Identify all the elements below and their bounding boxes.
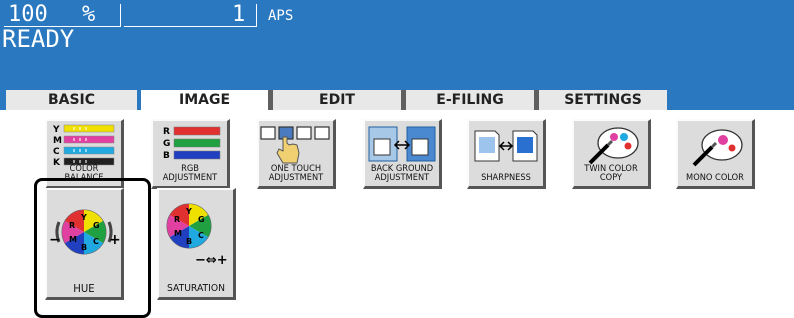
svg-text:G: G: [93, 221, 100, 230]
zoom-value: 100: [8, 2, 48, 27]
sharpness-icon: [469, 123, 543, 171]
hue-button[interactable]: YGC BMR − + HUE: [45, 188, 124, 300]
tab-e-filing[interactable]: E-FILING: [401, 90, 534, 110]
svg-text:M: M: [174, 229, 182, 238]
svg-text:Y: Y: [185, 207, 192, 216]
svg-text:B: B: [186, 237, 192, 246]
row-m-label: M: [53, 136, 62, 146]
tab-basic[interactable]: BASIC: [6, 90, 137, 110]
row-g-label: G: [163, 139, 170, 149]
svg-text:C: C: [198, 231, 204, 240]
one-touch-label: ONE TOUCH ADJUSTMENT: [268, 164, 324, 183]
svg-text:−: −: [49, 232, 61, 248]
svg-text:Y: Y: [80, 213, 87, 222]
svg-text:G: G: [198, 215, 205, 224]
row-b-label: B: [163, 151, 170, 161]
one-touch-adjustment-button[interactable]: ONE TOUCH ADJUSTMENT: [257, 119, 336, 189]
background-label: BACK GROUND ADJUSTMENT: [370, 164, 434, 183]
status-message: READY: [2, 25, 75, 53]
rgb-adjustment-button[interactable]: R G B RGB ADJUSTMENT: [151, 119, 230, 189]
tab-edit[interactable]: EDIT: [268, 90, 401, 110]
mono-color-label: MONO COLOR: [686, 173, 744, 183]
zoom-divider: [120, 4, 121, 27]
svg-text:+: +: [109, 232, 121, 248]
copies-count: 1: [232, 2, 246, 27]
zoom-unit: %: [82, 2, 96, 27]
saturation-wheel-icon: YGC BMR −⇔+: [159, 192, 233, 278]
rgb-adjustment-label: RGB ADJUSTMENT: [162, 164, 218, 183]
row-y-label: Y: [52, 125, 60, 135]
svg-text:R: R: [69, 221, 75, 230]
mono-color-button[interactable]: MONO COLOR: [676, 119, 755, 189]
svg-text:M: M: [69, 235, 77, 244]
hue-wheel-icon: YGC BMR − +: [47, 192, 121, 278]
saturation-button[interactable]: YGC BMR −⇔+ SATURATION: [157, 188, 236, 300]
svg-text:R: R: [174, 215, 180, 224]
copies-underline: [124, 26, 256, 27]
copies-divider: [256, 4, 257, 27]
row-r-label: R: [163, 127, 170, 137]
hue-label: HUE: [73, 282, 95, 295]
mono-palette-icon: [678, 123, 752, 171]
svg-text:C: C: [93, 237, 99, 246]
row-c-label: C: [53, 147, 60, 157]
twin-color-copy-button[interactable]: TWIN COLOR COPY: [572, 119, 651, 189]
saturation-label: SATURATION: [166, 283, 225, 294]
svg-text:−⇔+: −⇔+: [195, 253, 228, 268]
sharpness-button[interactable]: SHARPNESS: [467, 119, 546, 189]
tab-image[interactable]: IMAGE: [141, 88, 268, 112]
twin-color-label: TWIN COLOR COPY: [584, 164, 638, 183]
svg-text:B: B: [81, 243, 87, 252]
tab-settings[interactable]: SETTINGS: [534, 90, 667, 110]
status-area: 100 % 1 APS READY: [0, 0, 794, 86]
rgb-icon: R G B: [153, 123, 227, 169]
paper-size: APS: [268, 8, 294, 24]
sharpness-label: SHARPNESS: [481, 173, 531, 183]
background-adjustment-button[interactable]: BACK GROUND ADJUSTMENT: [363, 119, 442, 189]
